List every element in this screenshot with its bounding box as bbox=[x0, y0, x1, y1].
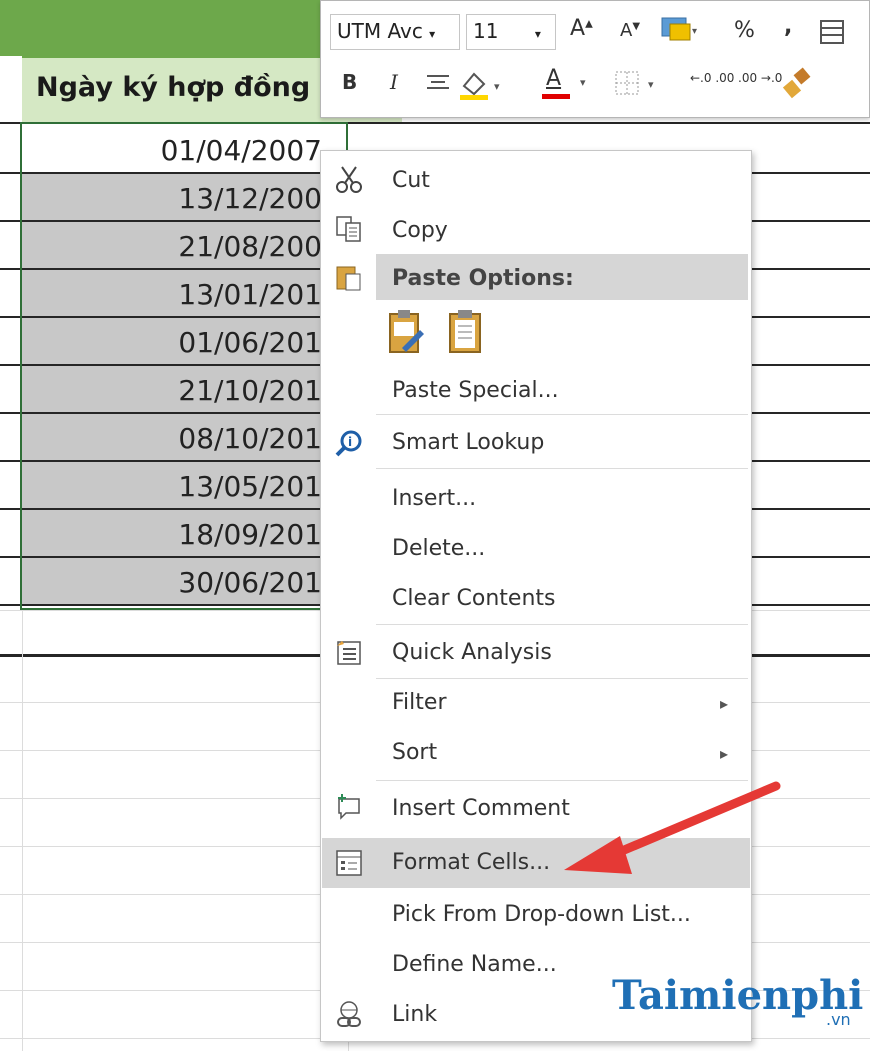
menu-separator bbox=[376, 414, 748, 415]
menu-item-insert-comment[interactable]: Insert Comment bbox=[392, 796, 570, 821]
percent-style-button[interactable]: % bbox=[734, 18, 755, 43]
copy-icon bbox=[334, 214, 364, 244]
submenu-arrow-icon: ▸ bbox=[720, 744, 729, 763]
menu-separator bbox=[376, 468, 748, 469]
selection-border bbox=[20, 122, 348, 610]
font-name-dropdown[interactable]: UTM Avc ▾ bbox=[330, 14, 460, 50]
grow-font-button[interactable]: A▲ bbox=[570, 16, 593, 41]
format-cells-icon bbox=[334, 848, 364, 878]
menu-item-smart-lookup[interactable]: Smart Lookup bbox=[392, 430, 544, 455]
paste-options-label: Paste Options: bbox=[392, 266, 574, 291]
paste-icon bbox=[334, 262, 364, 292]
font-name-value: UTM Avc bbox=[337, 19, 423, 43]
svg-text:▾: ▾ bbox=[692, 26, 697, 37]
borders-icon[interactable]: ▾ bbox=[612, 68, 662, 100]
chevron-down-icon: ▾ bbox=[429, 27, 436, 41]
grid-column-line bbox=[22, 610, 23, 1051]
font-size-dropdown[interactable]: 11 ▾ bbox=[466, 14, 556, 50]
menu-separator bbox=[376, 624, 748, 625]
format-painter-icon[interactable] bbox=[782, 66, 816, 100]
quick-analysis-icon bbox=[334, 638, 364, 668]
paste-icon[interactable] bbox=[446, 308, 486, 356]
increase-decimal-button[interactable]: ←.0 .00 bbox=[690, 72, 734, 84]
menu-separator bbox=[376, 678, 748, 679]
menu-item-copy[interactable]: Copy bbox=[392, 218, 448, 243]
insert-comment-icon bbox=[334, 792, 364, 822]
menu-item-insert[interactable]: Insert... bbox=[392, 486, 476, 511]
svg-text:i: i bbox=[348, 435, 352, 449]
fill-color-icon[interactable]: ▾ bbox=[456, 68, 512, 102]
smart-lookup-icon: i bbox=[334, 428, 364, 458]
menu-item-cut[interactable]: Cut bbox=[392, 168, 430, 193]
menu-item-pick-from-list[interactable]: Pick From Drop-down List... bbox=[392, 902, 691, 927]
paste-keep-formatting-icon[interactable] bbox=[386, 308, 426, 356]
decrease-decimal-button[interactable]: .00 →.0 bbox=[738, 72, 782, 84]
watermark-tld: .vn bbox=[826, 1010, 851, 1029]
align-center-icon[interactable] bbox=[424, 72, 452, 96]
chevron-down-icon: ▾ bbox=[534, 27, 541, 41]
cell-styles-icon[interactable]: ▾ bbox=[660, 14, 698, 44]
font-size-value: 11 bbox=[473, 19, 499, 43]
bold-button[interactable]: B bbox=[342, 70, 357, 94]
comma-style-button[interactable]: , bbox=[784, 14, 792, 39]
column-header-text: Ngày ký hợp đồng bbox=[36, 72, 311, 103]
scissors-icon bbox=[334, 164, 364, 194]
menu-item-format-cells[interactable]: Format Cells... bbox=[392, 850, 550, 875]
format-table-icon[interactable] bbox=[818, 18, 846, 46]
menu-item-paste-special[interactable]: Paste Special... bbox=[392, 378, 559, 403]
menu-item-clear-contents[interactable]: Clear Contents bbox=[392, 586, 556, 611]
annotation-arrow bbox=[550, 774, 790, 884]
menu-item-sort[interactable]: Sort bbox=[392, 740, 437, 765]
link-icon bbox=[334, 1000, 364, 1030]
shrink-font-button[interactable]: A▼ bbox=[620, 20, 640, 41]
svg-text:▾: ▾ bbox=[648, 78, 654, 91]
font-color-button[interactable]: A ▾ bbox=[540, 66, 596, 102]
submenu-arrow-icon: ▸ bbox=[720, 694, 729, 713]
italic-button[interactable]: I bbox=[390, 70, 398, 94]
menu-item-quick-analysis[interactable]: Quick Analysis bbox=[392, 640, 552, 665]
menu-item-link[interactable]: Link bbox=[392, 1002, 437, 1027]
svg-text:▾: ▾ bbox=[494, 80, 500, 93]
menu-item-define-name[interactable]: Define Name... bbox=[392, 952, 557, 977]
menu-item-delete[interactable]: Delete... bbox=[392, 536, 485, 561]
menu-item-filter[interactable]: Filter bbox=[392, 690, 446, 715]
